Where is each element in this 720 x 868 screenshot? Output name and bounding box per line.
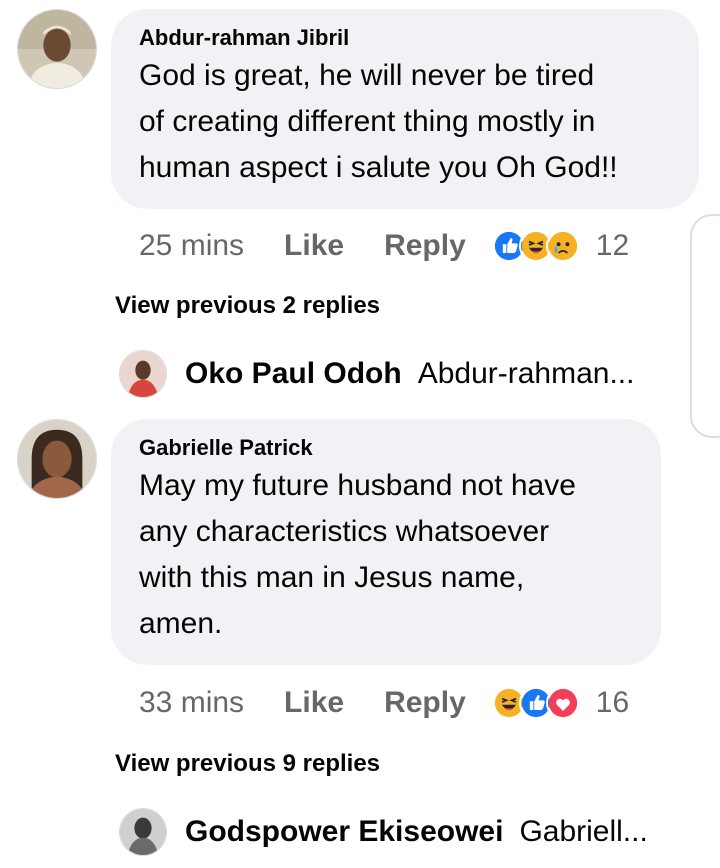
comment-text-line: amen.	[139, 607, 223, 640]
side-panel-edge	[690, 214, 720, 438]
avatar-oko-paul-odoh[interactable]	[119, 350, 167, 398]
reaction-count[interactable]: 12	[596, 229, 629, 263]
comment-actions: 33 mins Like Reply 16	[139, 683, 629, 723]
reaction-summary[interactable]	[491, 229, 580, 263]
comment-timestamp[interactable]: 25 mins	[139, 229, 244, 263]
avatar-godspower-ekiseowei[interactable]	[119, 808, 167, 856]
view-previous-replies-link[interactable]: View previous 9 replies	[115, 750, 380, 778]
comment-author[interactable]: Abdur-rahman Jibril	[139, 23, 673, 53]
comment-text-line: with this man in Jesus name,	[139, 561, 525, 594]
avatar-abdur-rahman-jibril[interactable]	[17, 9, 97, 89]
comment-timestamp[interactable]: 33 mins	[139, 686, 244, 720]
reply-preview-text: Abdur-rahman...	[417, 357, 635, 390]
reaction-summary[interactable]	[491, 686, 580, 720]
avatar-gabrielle-patrick[interactable]	[17, 419, 97, 499]
latest-reply-preview[interactable]: Oko Paul Odoh Abdur-rahman...	[119, 348, 669, 400]
comment-text-line: May my future husband not have	[139, 469, 576, 502]
latest-reply-preview[interactable]: Godspower Ekiseowei Gabriell...	[119, 806, 675, 858]
reply-author[interactable]: Oko Paul Odoh	[185, 357, 402, 391]
comment-text-line: human aspect i salute you Oh God!!	[139, 151, 618, 184]
reaction-count[interactable]: 16	[596, 686, 629, 720]
sad-reaction-icon	[545, 229, 580, 263]
comment-author[interactable]: Gabrielle Patrick	[139, 433, 635, 463]
love-reaction-icon	[545, 686, 580, 720]
comment-actions: 25 mins Like Reply 12	[139, 226, 629, 266]
view-previous-replies-link[interactable]: View previous 2 replies	[115, 292, 380, 320]
reply-button[interactable]: Reply	[384, 686, 466, 720]
comment-text-line: any characteristics whatsoever	[139, 515, 550, 548]
comment-text-line: God is great, he will never be tired	[139, 59, 595, 92]
reply-preview-text: Gabriell...	[519, 815, 648, 848]
like-button[interactable]: Like	[284, 686, 344, 720]
reply-author[interactable]: Godspower Ekiseowei	[185, 815, 503, 849]
like-button[interactable]: Like	[284, 229, 344, 263]
comment-bubble: Gabrielle Patrick May my future husband …	[111, 419, 661, 665]
comment-bubble: Abdur-rahman Jibril God is great, he wil…	[111, 9, 699, 209]
reply-button[interactable]: Reply	[384, 229, 466, 263]
comment-text-line: of creating different thing mostly in	[139, 105, 596, 138]
